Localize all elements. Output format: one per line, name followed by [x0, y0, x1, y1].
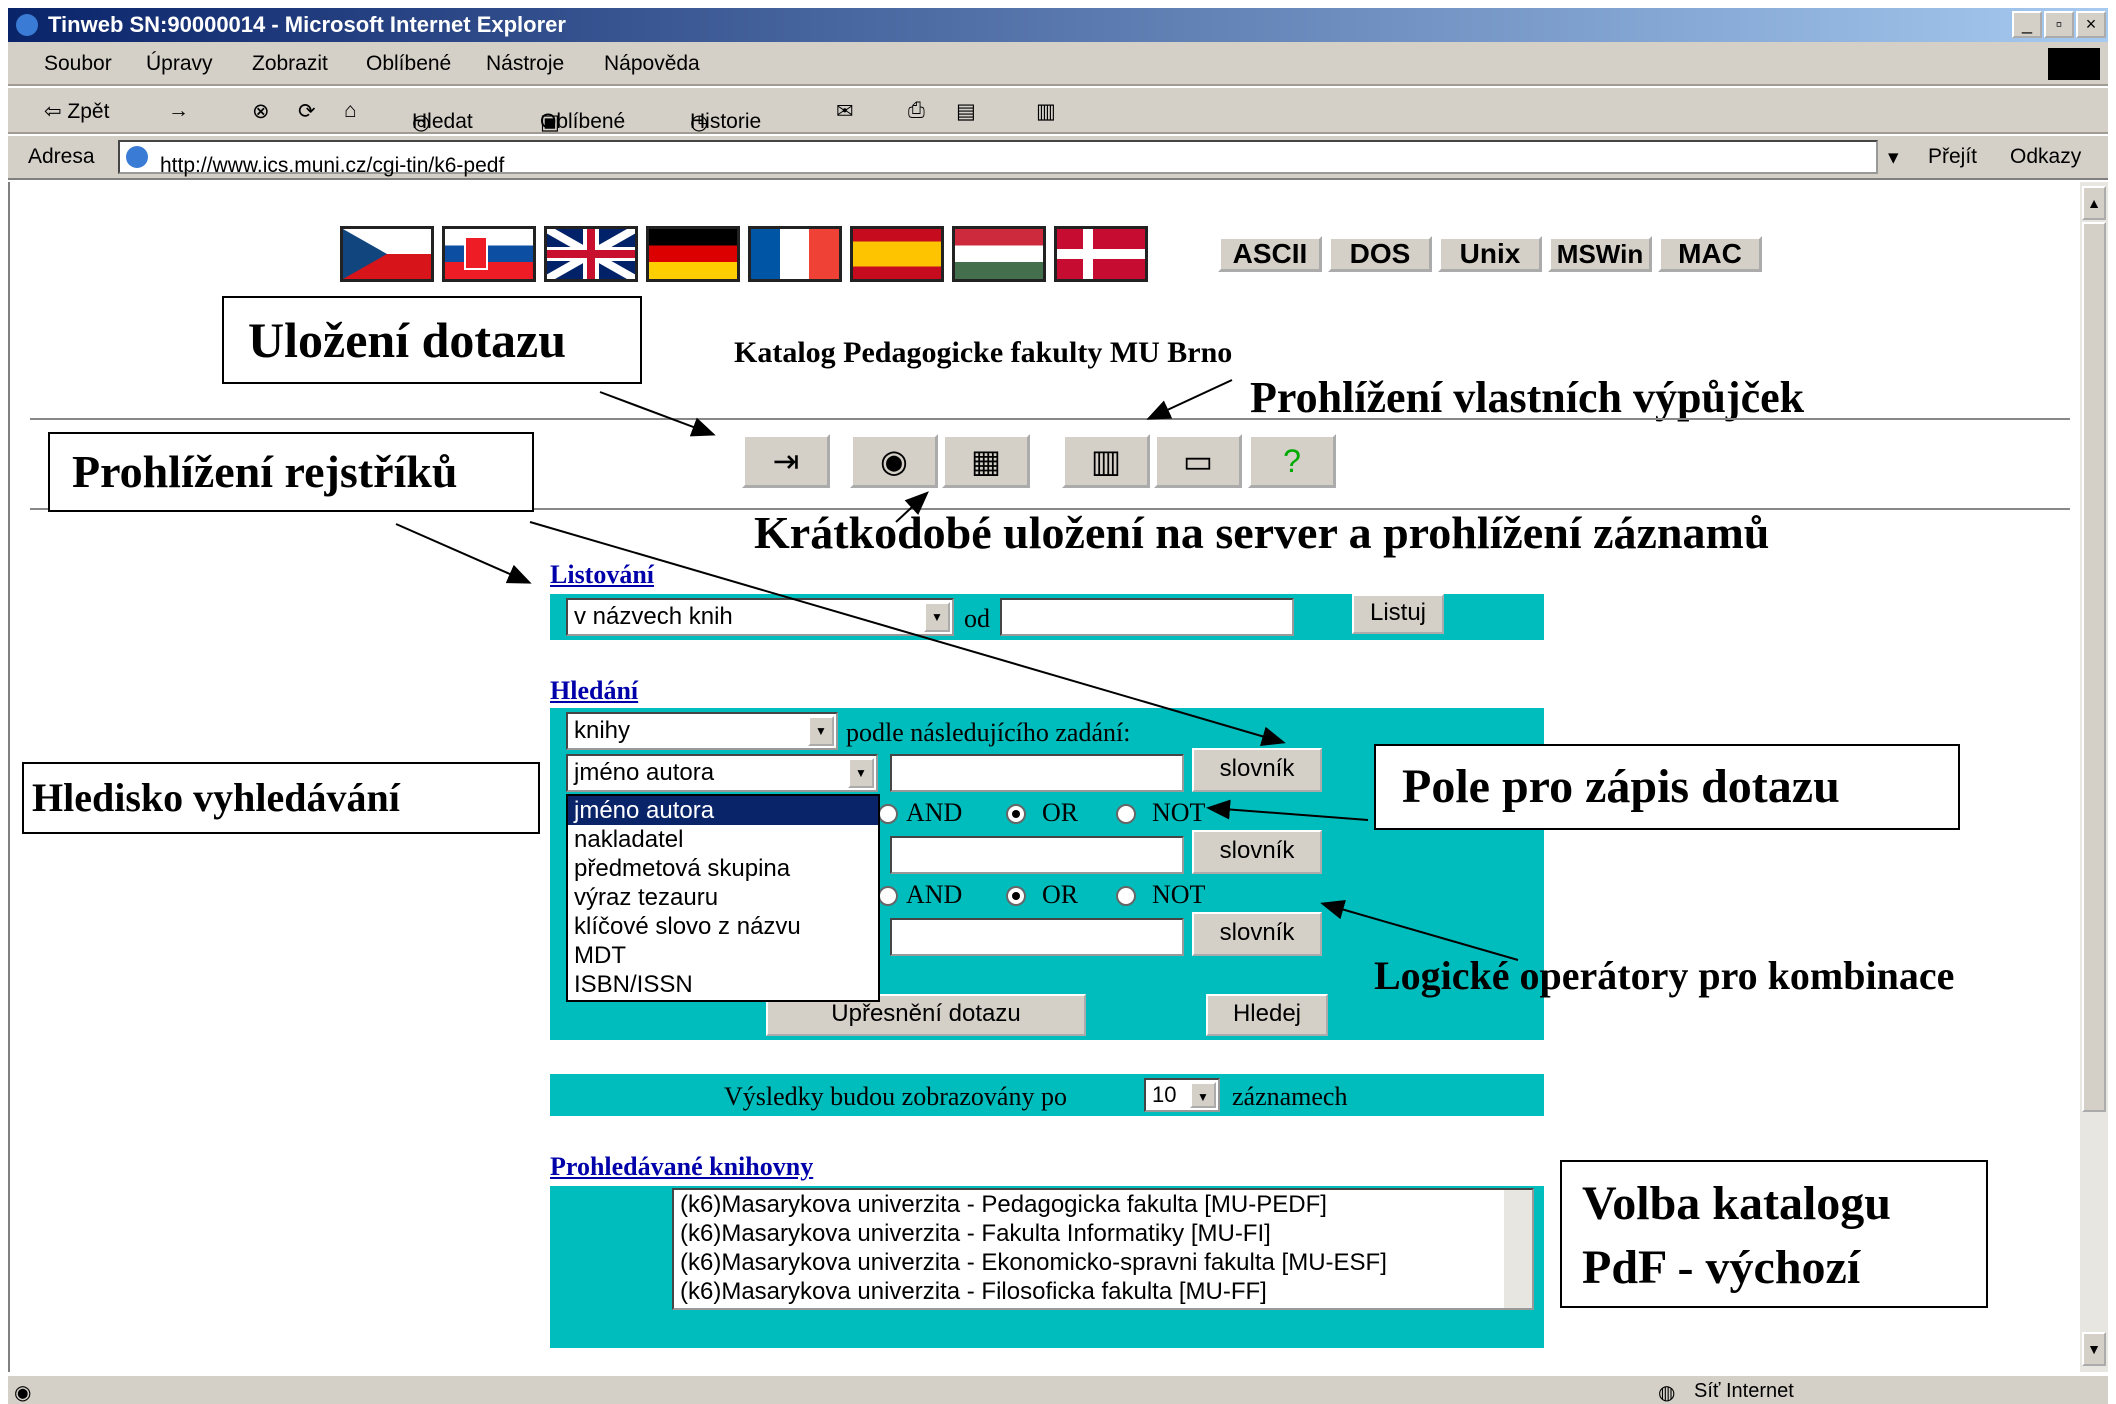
arrow-index-to-dictionary	[529, 521, 1286, 746]
arrow-short-save	[895, 491, 929, 523]
page-status-icon: ◉	[14, 1382, 32, 1404]
zone-globe-icon: ◍	[1658, 1382, 1676, 1404]
scroll-thumb[interactable]	[2082, 222, 2106, 1112]
page-scrollbar[interactable]: ▲ ▼	[2080, 182, 2108, 1372]
arrow-browse-index	[395, 523, 532, 584]
arrow-save-query	[599, 391, 716, 437]
arrow-own-loans	[1146, 379, 1233, 420]
annotation-arrows	[395, 379, 1519, 961]
status-bar: ◉ ◍ Síť Internet	[8, 1374, 2108, 1404]
scroll-up-icon[interactable]: ▲	[2082, 186, 2106, 220]
zone-label: Síť Internet	[1694, 1380, 1794, 1402]
arrow-logic-ops	[1320, 899, 1519, 961]
browser-window: Tinweb SN:90000014 - Microsoft Internet …	[0, 0, 2116, 1404]
scroll-down-icon[interactable]: ▼	[2082, 1332, 2106, 1366]
arrow-query-field	[1206, 799, 1369, 821]
